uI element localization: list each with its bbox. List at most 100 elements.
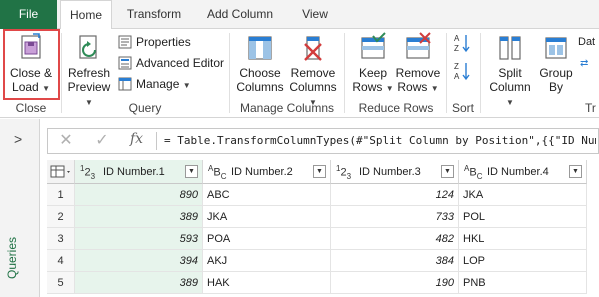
remove-rows-button[interactable]: Remove Rows ▼	[395, 32, 441, 96]
properties-label: Properties	[136, 35, 191, 49]
table-cell[interactable]: 124	[331, 184, 459, 206]
advanced-editor-icon	[118, 56, 132, 70]
remove-rows-label-2: Rows ▼	[397, 80, 439, 94]
column-header-id-number-3[interactable]: 123 ID Number.3 ▼	[331, 160, 459, 184]
group-divider	[229, 33, 230, 113]
table-cell[interactable]: POL	[459, 206, 587, 228]
text-type-icon[interactable]: ABC	[208, 164, 226, 181]
row-number: 1	[47, 184, 75, 206]
table-cell[interactable]: JKA	[203, 206, 331, 228]
table-cell[interactable]: ABC	[203, 184, 331, 206]
table-menu-button[interactable]	[47, 160, 75, 184]
sort-descending-button[interactable]: Z A	[454, 61, 472, 81]
group-by-label-1: Group	[539, 66, 573, 80]
data-type-button-partial[interactable]: Dat	[578, 33, 595, 51]
group-by-label-2: By	[548, 80, 563, 94]
table-cell[interactable]: POA	[203, 228, 331, 250]
column-header-id-number-1[interactable]: 123 ID Number.1 ▼	[75, 160, 203, 184]
advanced-editor-button[interactable]: Advanced Editor	[118, 54, 224, 72]
refresh-preview-button[interactable]: Refresh Preview ▼	[64, 32, 114, 110]
tab-view[interactable]: View	[292, 0, 338, 29]
remove-columns-label-1: Remove	[290, 66, 336, 80]
choose-columns-label-1: Choose	[239, 66, 281, 80]
sort-ascending-button[interactable]: A Z	[454, 33, 472, 53]
chevron-down-icon: ▼	[385, 84, 394, 93]
table-row[interactable]: 5 389 HAK 190 PNB	[47, 272, 599, 294]
column-filter-dropdown-icon[interactable]: ▼	[313, 165, 326, 178]
group-by-button[interactable]: Group By	[536, 32, 576, 94]
refresh-icon	[79, 35, 97, 59]
queries-pane-label[interactable]: Queries	[5, 237, 19, 279]
column-filter-dropdown-icon[interactable]: ▼	[569, 165, 582, 178]
split-column-label-1: Split	[498, 66, 522, 80]
tab-add-column[interactable]: Add Column	[198, 0, 282, 29]
table-cell[interactable]: HAK	[203, 272, 331, 294]
keep-rows-label-1: Keep	[358, 66, 388, 80]
manage-button[interactable]: Manage ▼	[118, 75, 191, 93]
table-row[interactable]: 3 593 POA 482 HKL	[47, 228, 599, 250]
table-cell[interactable]: 389	[75, 206, 203, 228]
sort-ascending-icon: A Z	[454, 34, 470, 53]
row-number: 2	[47, 206, 75, 228]
column-filter-dropdown-icon[interactable]: ▼	[185, 165, 198, 178]
table-cell[interactable]: JKA	[459, 184, 587, 206]
expand-queries-chevron-icon[interactable]: >	[14, 131, 22, 147]
column-filter-dropdown-icon[interactable]: ▼	[441, 165, 454, 178]
queries-pane: > Queries	[0, 119, 40, 297]
tab-file[interactable]: File	[0, 0, 57, 29]
choose-columns-button[interactable]: Choose Columns	[233, 32, 287, 94]
split-column-button[interactable]: Split Column ▼	[484, 32, 536, 110]
row-number: 3	[47, 228, 75, 250]
column-header-id-number-2[interactable]: ABC ID Number.2 ▼	[203, 160, 331, 184]
group-label-sort: Sort	[451, 101, 474, 115]
group-divider	[344, 33, 345, 113]
tab-home[interactable]: Home	[60, 0, 112, 30]
row-number: 5	[47, 272, 75, 294]
group-label-query: Query	[128, 101, 162, 115]
split-column-icon	[499, 36, 521, 60]
svg-text:Z: Z	[454, 62, 459, 71]
fx-icon[interactable]: fx	[130, 131, 143, 147]
close-load-label-2: Load ▼	[12, 80, 50, 94]
group-divider	[61, 33, 62, 113]
table-cell[interactable]: PNB	[459, 272, 587, 294]
whole-number-type-icon[interactable]: 123	[336, 164, 351, 181]
table-cell[interactable]: 394	[75, 250, 203, 272]
table-row[interactable]: 2 389 JKA 733 POL	[47, 206, 599, 228]
table-cell[interactable]: 389	[75, 272, 203, 294]
table-cell[interactable]: 384	[331, 250, 459, 272]
table-cell[interactable]: 190	[331, 272, 459, 294]
remove-rows-label-1: Remove	[395, 66, 441, 80]
text-type-icon[interactable]: ABC	[464, 164, 482, 181]
table-cell[interactable]: HKL	[459, 228, 587, 250]
remove-rows-icon	[406, 32, 431, 59]
remove-columns-button[interactable]: Remove Columns ▼	[288, 32, 338, 110]
properties-button[interactable]: Properties	[118, 33, 191, 51]
formula-bar: ✕ ✓ fx = Table.TransformColumnTypes(#"Sp…	[47, 128, 599, 154]
chevron-down-icon: ▼	[506, 98, 514, 107]
close-load-icon	[21, 33, 41, 59]
whole-number-type-icon[interactable]: 123	[80, 164, 95, 181]
use-first-row-headers-icon[interactable]: ⇄	[580, 55, 588, 73]
data-preview-grid: 123 ID Number.1 ▼ ABC ID Number.2 ▼ 123 …	[47, 160, 599, 297]
advanced-editor-label: Advanced Editor	[136, 56, 225, 70]
table-cell[interactable]: LOP	[459, 250, 587, 272]
svg-text:A: A	[454, 34, 460, 43]
table-row[interactable]: 1 890 ABC 124 JKA	[47, 184, 599, 206]
table-cell[interactable]: 890	[75, 184, 203, 206]
table-cell[interactable]: 733	[331, 206, 459, 228]
table-cell[interactable]: 482	[331, 228, 459, 250]
table-row[interactable]: 4 394 AKJ 384 LOP	[47, 250, 599, 272]
formula-divider	[156, 132, 157, 150]
group-divider	[446, 33, 447, 113]
table-cell[interactable]: 593	[75, 228, 203, 250]
row-number: 4	[47, 250, 75, 272]
cancel-formula-icon[interactable]: ✕	[54, 131, 78, 151]
tab-transform[interactable]: Transform	[118, 0, 190, 29]
formula-input[interactable]: = Table.TransformColumnTypes(#"Split Col…	[164, 129, 596, 153]
close-load-button[interactable]: Close & Load ▼	[4, 32, 58, 96]
confirm-formula-icon[interactable]: ✓	[90, 131, 114, 151]
table-cell[interactable]: AKJ	[203, 250, 331, 272]
column-header-id-number-4[interactable]: ABC ID Number.4 ▼	[459, 160, 587, 184]
keep-rows-button[interactable]: Keep Rows ▼	[350, 32, 396, 96]
